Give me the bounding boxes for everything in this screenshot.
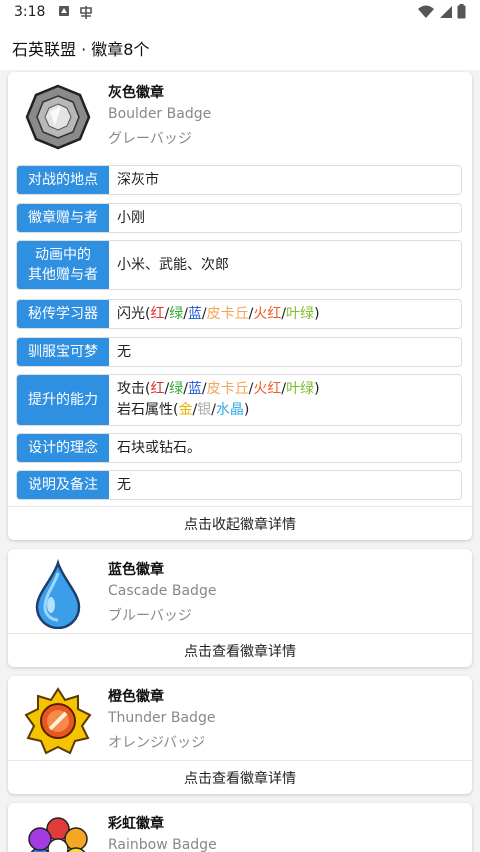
detail-label: 设计的理念: [17, 434, 109, 462]
version-silver: 银: [197, 402, 212, 418]
detail-value: 无: [117, 343, 131, 360]
detail-label: 说明及备注: [17, 471, 109, 499]
badge-card-thunder: 橙色徽章 Thunder Badge オレンジバッジ 点击查看徽章详情: [8, 676, 472, 794]
boulder-badge-icon: [23, 82, 93, 152]
badge-english-name: Thunder Badge: [108, 710, 216, 726]
badge-english-name: Rainbow Badge: [108, 837, 217, 852]
detail-value: 小刚: [117, 209, 145, 226]
detail-label-line: 其他赠与者: [28, 267, 98, 283]
badge-name: 彩虹徽章: [108, 816, 164, 832]
badge-card-rainbow: 彩虹徽章 Rainbow Badge: [8, 803, 472, 852]
collapse-details-button[interactable]: 点击收起徽章详情: [8, 506, 472, 540]
detail-row-notes: 说明及备注 无: [16, 470, 462, 500]
detail-label: 徽章赠与者: [17, 204, 109, 232]
badge-header[interactable]: 蓝色徽章 Cascade Badge ブルーバッジ: [8, 549, 472, 637]
value-suffix: ): [314, 305, 320, 322]
detail-row-giver: 徽章赠与者 小刚: [16, 203, 462, 233]
view-details-button[interactable]: 点击查看徽章详情: [8, 760, 472, 794]
rainbow-badge-icon: [23, 813, 93, 852]
boost-line-2: 岩石属性(金/银/水晶): [117, 402, 250, 418]
badge-name: 灰色徽章: [108, 85, 164, 101]
badge-name: 橙色徽章: [108, 689, 164, 705]
battery-icon: [457, 4, 466, 19]
detail-value: 闪光(红/绿/蓝/皮卡丘/火红/叶绿): [117, 305, 320, 322]
badge-name: 蓝色徽章: [108, 562, 164, 578]
detail-label: 对战的地点: [17, 166, 109, 194]
version-leafgreen: 叶绿: [286, 381, 315, 397]
detail-label: 动画中的 其他赠与者: [17, 241, 109, 289]
detail-label-line: 动画中的: [35, 247, 91, 263]
badge-japanese-name: ブルーバッジ: [108, 608, 192, 624]
value-prefix: 闪光(: [117, 305, 151, 322]
detail-row-design: 设计的理念 石块或钻石。: [16, 433, 462, 463]
cascade-badge-icon: [23, 558, 93, 630]
version-blue: 蓝: [187, 381, 202, 397]
version-gold: 金: [178, 402, 193, 418]
badge-header[interactable]: 橙色徽章 Thunder Badge オレンジバッジ: [8, 676, 472, 764]
version-crystal: 水晶: [215, 402, 244, 418]
value-suffix: ): [314, 381, 320, 397]
status-right-icons: [417, 4, 466, 19]
detail-row-boost: 提升的能力 攻击(红/绿/蓝/皮卡丘/火红/叶绿) 岩石属性(金/银/水晶): [16, 374, 462, 426]
detail-value: 无: [117, 476, 131, 493]
version-pikachu: 皮卡丘: [206, 305, 249, 322]
boost-line-1: 攻击(红/绿/蓝/皮卡丘/火红/叶绿): [117, 381, 320, 397]
signal-icon: [440, 5, 452, 18]
app-bar: 石英联盟 · 徽章8个: [0, 26, 480, 70]
badge-header[interactable]: 灰色徽章 Boulder Badge グレーバッジ: [8, 72, 472, 160]
detail-row-hm: 秘传学习器 闪光(红/绿/蓝/皮卡丘/火红/叶绿): [16, 299, 462, 329]
version-red: 红: [150, 305, 165, 322]
value-prefix: 攻击(: [117, 381, 151, 397]
detail-value: 小米、武能、次郎: [117, 256, 229, 273]
badge-english-name: Cascade Badge: [108, 583, 217, 599]
badge-japanese-name: グレーバッジ: [108, 131, 192, 147]
badge-header[interactable]: 彩虹徽章 Rainbow Badge: [8, 803, 472, 852]
detail-label: 秘传学习器: [17, 300, 109, 328]
detail-label: 驯服宝可梦: [17, 338, 109, 366]
version-firered: 火红: [253, 305, 282, 322]
version-green: 绿: [169, 305, 184, 322]
detail-label: 提升的能力: [17, 375, 109, 425]
version-green: 绿: [169, 381, 184, 397]
detail-value: 攻击(红/绿/蓝/皮卡丘/火红/叶绿) 岩石属性(金/银/水晶): [109, 375, 320, 425]
version-red: 红: [150, 381, 165, 397]
badge-card-boulder: 灰色徽章 Boulder Badge グレーバッジ 对战的地点 深灰市 徽章赠与…: [8, 72, 472, 540]
thunder-badge-icon: [23, 686, 93, 756]
version-firered: 火红: [253, 381, 282, 397]
detail-value: 石块或钻石。: [117, 439, 201, 456]
sim-app-icon: [78, 5, 94, 25]
status-bar: 3:18: [0, 0, 480, 26]
value-suffix: ): [243, 402, 250, 418]
detail-row-anime-givers: 动画中的 其他赠与者 小米、武能、次郎: [16, 240, 462, 290]
wifi-icon: [418, 5, 434, 18]
detail-row-obey: 驯服宝可梦 无: [16, 337, 462, 367]
version-leafgreen: 叶绿: [286, 305, 315, 322]
news-icon: [58, 5, 70, 21]
badge-card-cascade: 蓝色徽章 Cascade Badge ブルーバッジ 点击查看徽章详情: [8, 549, 472, 667]
detail-row-location: 对战的地点 深灰市: [16, 165, 462, 195]
version-pikachu: 皮卡丘: [206, 381, 249, 397]
view-details-button[interactable]: 点击查看徽章详情: [8, 633, 472, 667]
badge-english-name: Boulder Badge: [108, 106, 212, 122]
version-blue: 蓝: [187, 305, 202, 322]
page-title: 石英联盟 · 徽章8个: [12, 40, 150, 59]
status-time: 3:18: [14, 4, 46, 20]
detail-value: 深灰市: [117, 171, 159, 188]
badge-japanese-name: オレンジバッジ: [108, 735, 206, 751]
value-prefix: 岩石属性(: [117, 402, 179, 418]
